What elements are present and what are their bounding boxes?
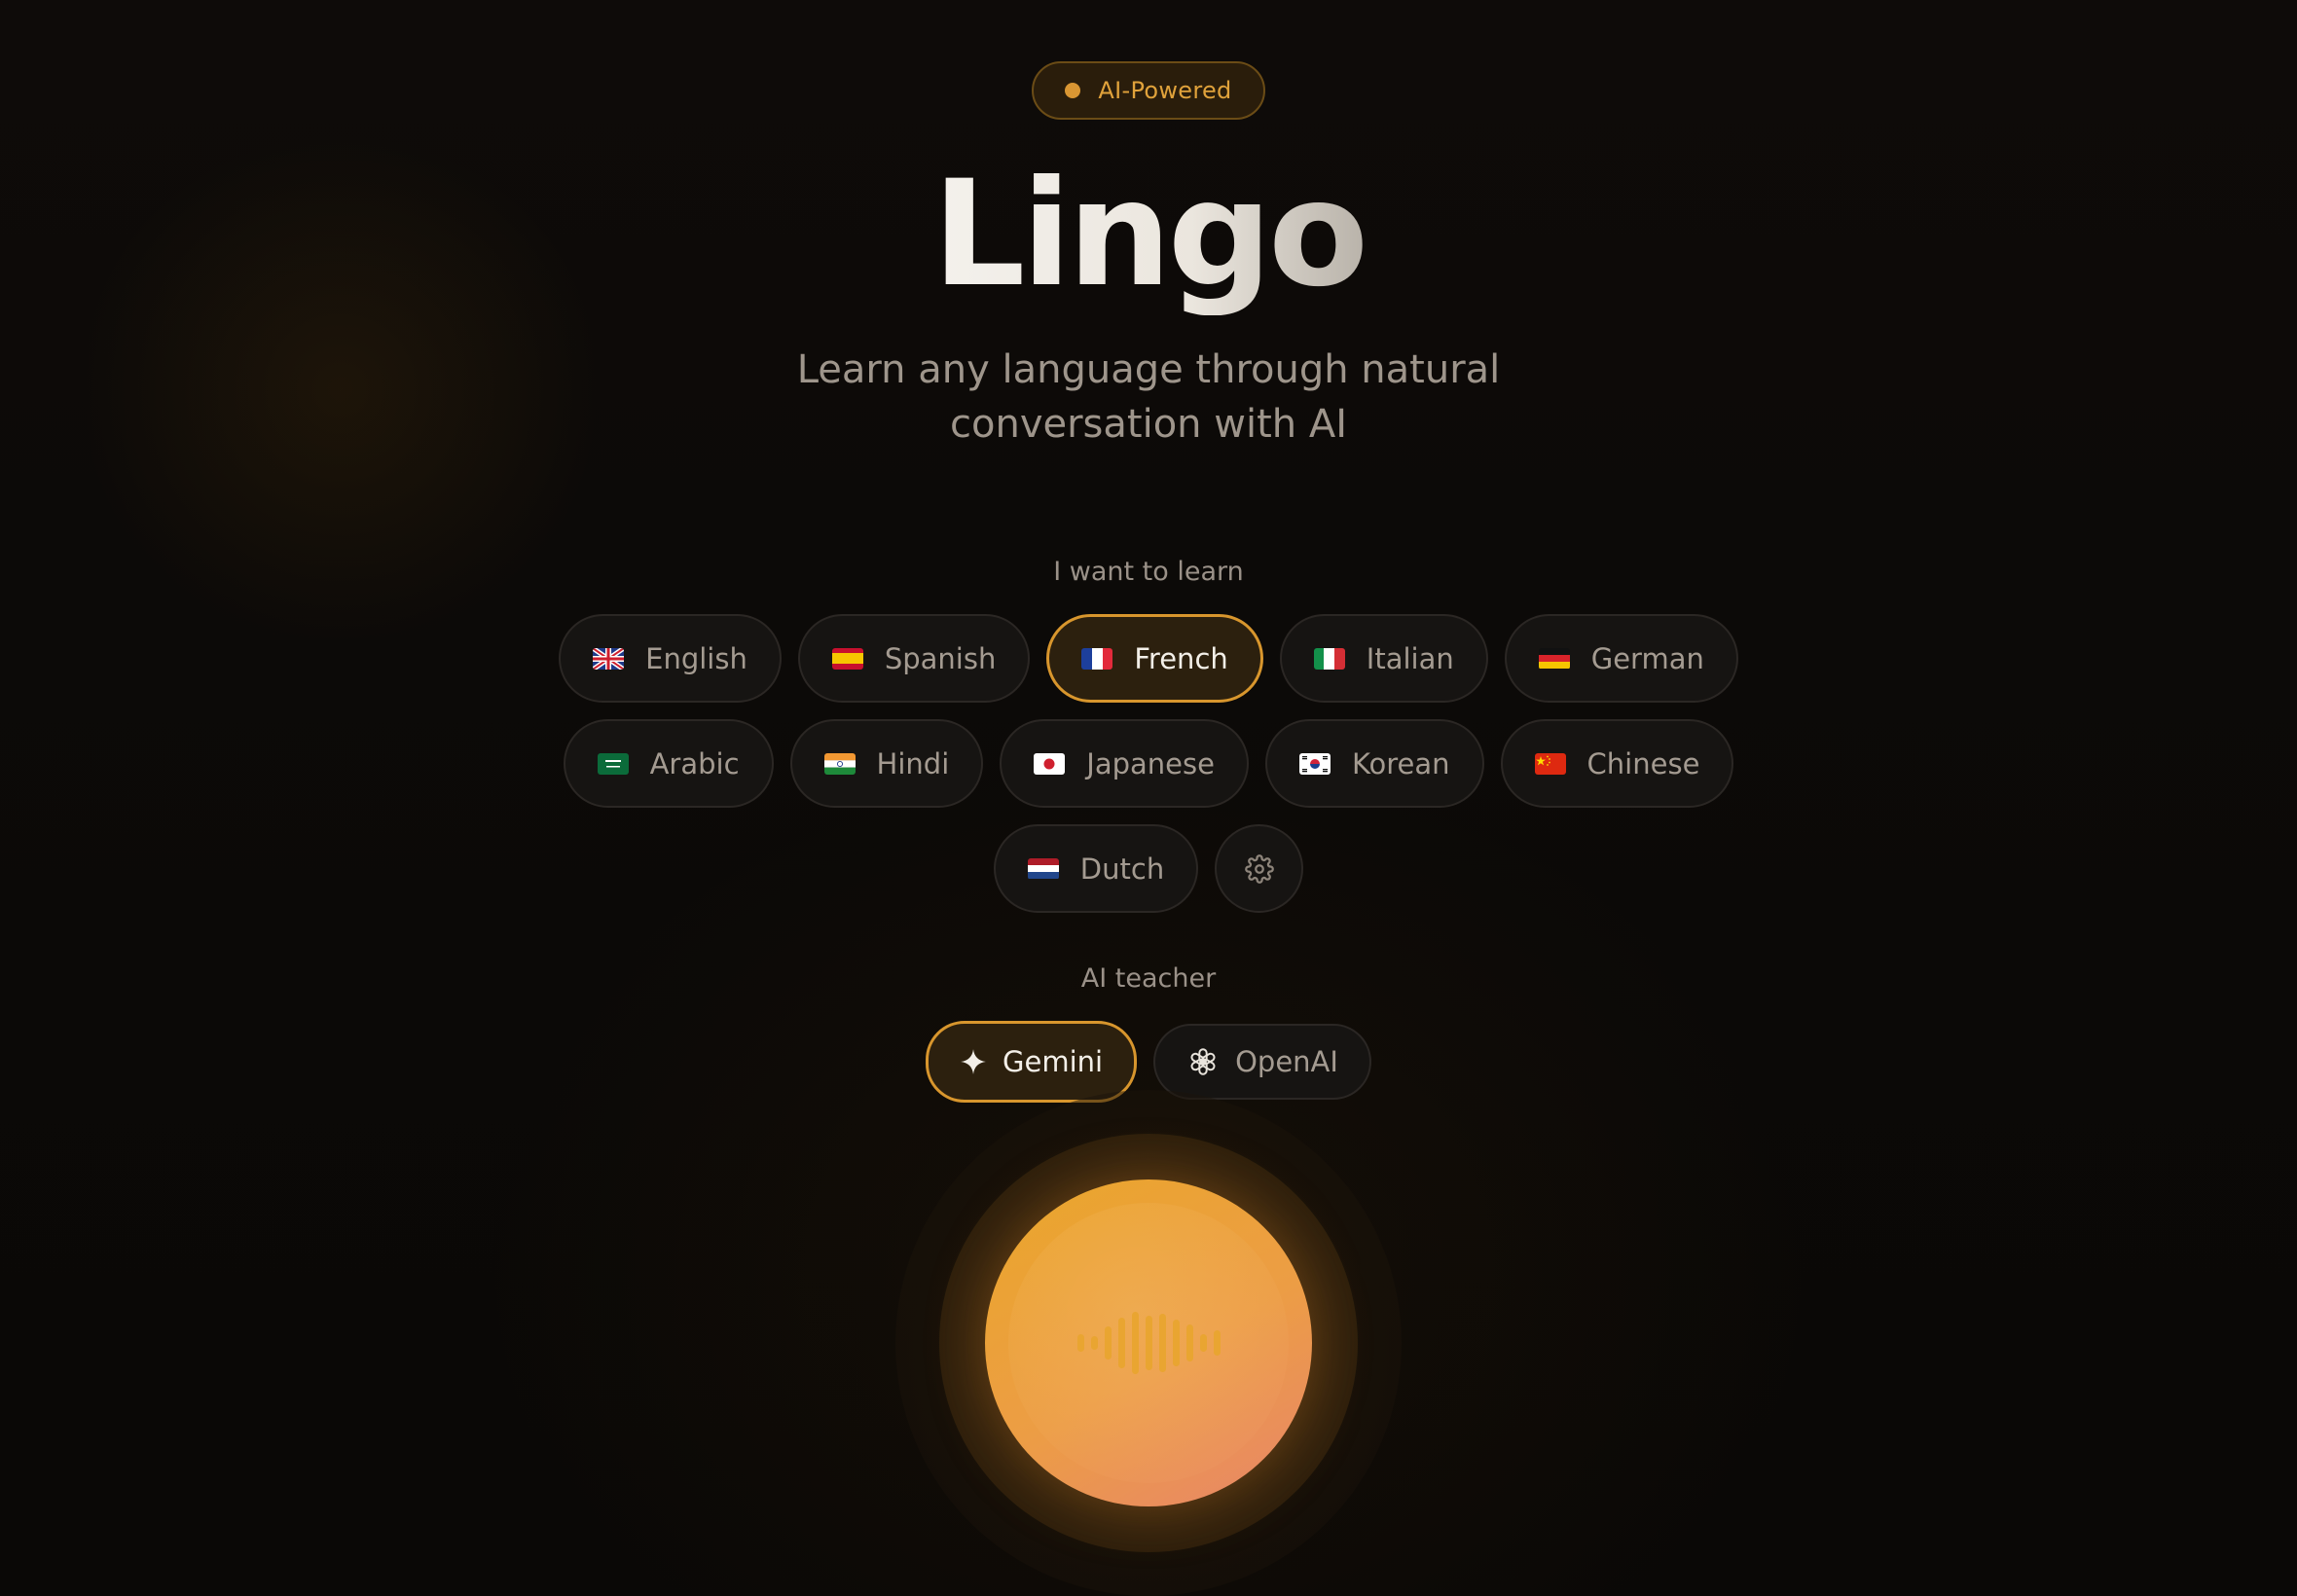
italy-flag-icon: [1313, 647, 1345, 670]
language-settings-button[interactable]: [1215, 824, 1304, 913]
language-chip-french[interactable]: French: [1046, 614, 1263, 703]
language-chip-label: Korean: [1351, 746, 1450, 780]
teacher-option-gemini[interactable]: Gemini: [926, 1021, 1138, 1103]
saudi-arabia-flag-icon: [597, 752, 629, 775]
language-chip-hindi[interactable]: Hindi: [789, 719, 984, 808]
france-flag-icon: [1081, 647, 1113, 670]
teacher-option-label: Gemini: [1003, 1045, 1104, 1078]
south-korea-flag-icon: [1298, 752, 1331, 775]
sparkle-icon: [961, 1049, 986, 1074]
netherlands-flag-icon: [1027, 857, 1059, 880]
language-chip-spanish[interactable]: Spanish: [797, 614, 1031, 703]
teacher-section-label: AI teacher: [1080, 963, 1217, 994]
main-column: AI-Powered Lingo Learn any language thro…: [0, 0, 2297, 1103]
language-chip-german[interactable]: German: [1504, 614, 1738, 703]
language-chip-label: Spanish: [884, 641, 997, 675]
app-screen: AI-Powered Lingo Learn any language thro…: [0, 0, 2297, 1596]
teacher-option-openai[interactable]: OpenAI: [1153, 1024, 1371, 1100]
openai-logo-icon: [1190, 1048, 1216, 1075]
language-row: Arabic Hindi Japanese Korean Chinese: [563, 719, 1734, 808]
language-chip-italian[interactable]: Italian: [1279, 614, 1488, 703]
language-chip-japanese[interactable]: Japanese: [1000, 719, 1249, 808]
india-flag-icon: [823, 752, 856, 775]
language-row: English Spanish French Italian German: [559, 614, 1738, 703]
language-picker: English Spanish French Italian German Ar…: [559, 614, 1738, 913]
badge-dot-icon: [1065, 83, 1081, 98]
spain-flag-icon: [831, 647, 863, 670]
language-chip-dutch[interactable]: Dutch: [993, 824, 1199, 913]
app-subtitle: Learn any language through natural conve…: [796, 347, 1501, 447]
language-chip-label: Hindi: [876, 746, 950, 780]
language-chip-korean[interactable]: Korean: [1264, 719, 1484, 808]
language-chip-label: English: [645, 641, 747, 675]
japan-flag-icon: [1034, 752, 1066, 775]
start-conversation-button[interactable]: [985, 1179, 1312, 1506]
ai-powered-badge: AI-Powered: [1032, 61, 1265, 120]
language-chip-label: French: [1134, 641, 1228, 675]
language-chip-english[interactable]: English: [559, 614, 782, 703]
gear-icon: [1244, 853, 1274, 884]
waveform-icon: [1076, 1312, 1221, 1374]
language-chip-label: Italian: [1366, 641, 1454, 675]
language-chip-label: Arabic: [649, 746, 740, 780]
app-title: Lingo: [931, 150, 1368, 319]
learn-section-label: I want to learn: [1053, 557, 1244, 587]
badge-label: AI-Powered: [1098, 77, 1232, 104]
language-row: Dutch: [993, 824, 1304, 913]
language-chip-label: German: [1590, 641, 1704, 675]
china-flag-icon: [1534, 752, 1566, 775]
language-chip-label: Japanese: [1086, 746, 1215, 780]
language-chip-label: Chinese: [1586, 746, 1700, 780]
language-chip-label: Dutch: [1079, 852, 1165, 886]
teacher-option-label: OpenAI: [1235, 1045, 1338, 1078]
language-chip-chinese[interactable]: Chinese: [1500, 719, 1734, 808]
language-chip-arabic[interactable]: Arabic: [563, 719, 774, 808]
uk-flag-icon: [593, 647, 625, 670]
germany-flag-icon: [1538, 647, 1570, 670]
